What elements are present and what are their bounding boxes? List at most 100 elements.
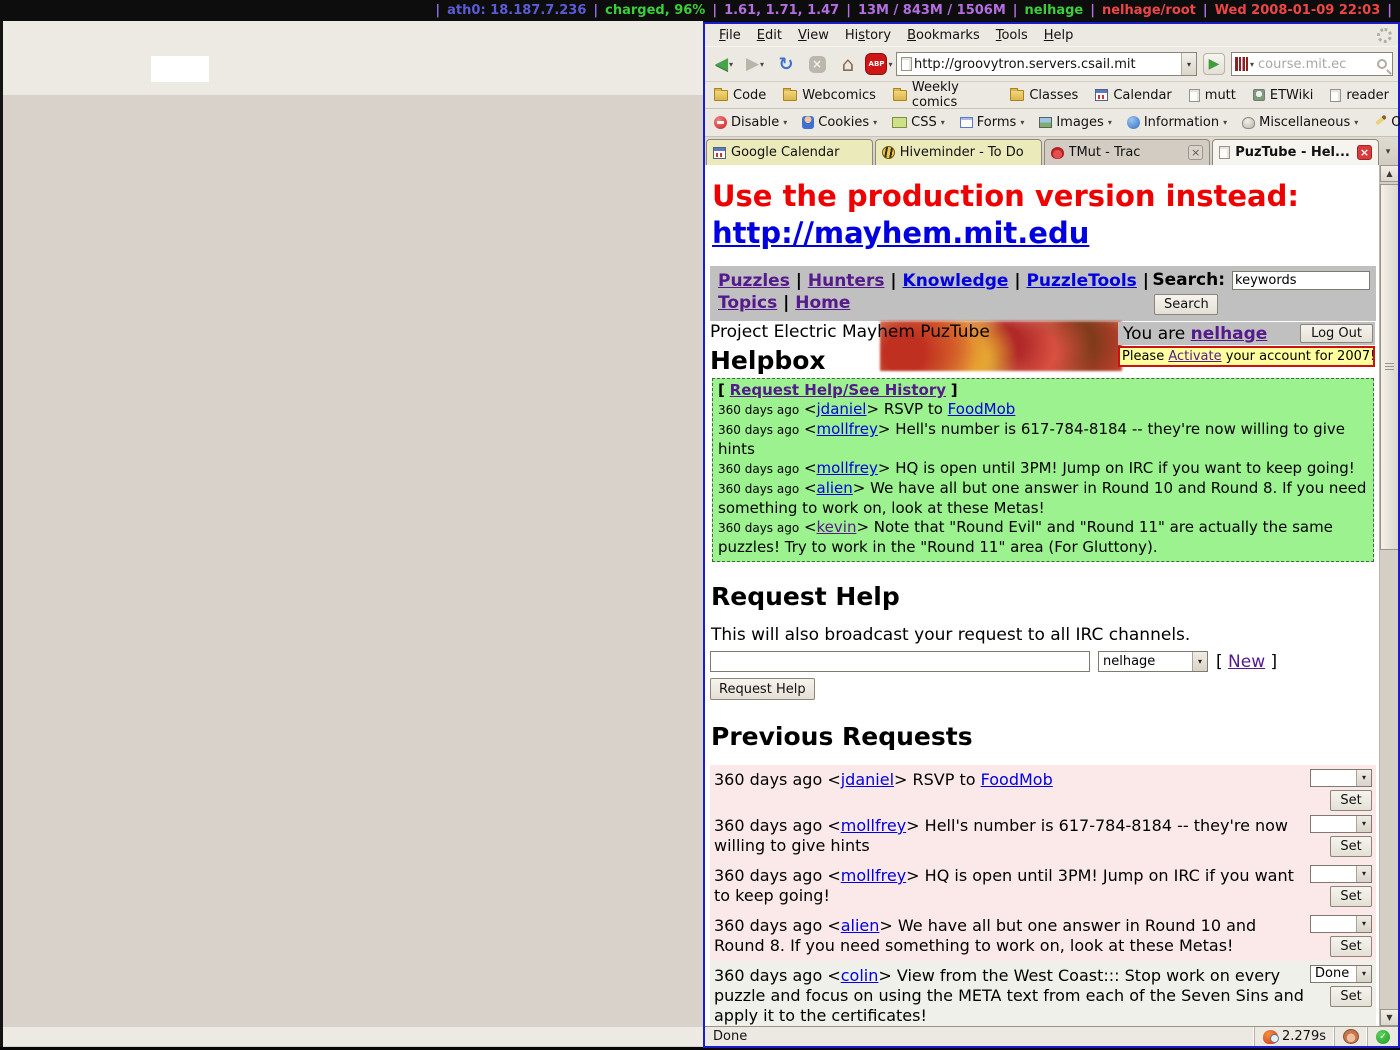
nav-link-home[interactable]: Home <box>795 293 850 313</box>
bookmark-code[interactable]: Code <box>714 88 766 103</box>
request-help-input[interactable] <box>710 651 1090 672</box>
logout-button[interactable]: Log Out <box>1300 324 1373 343</box>
status-select[interactable]: ▾ <box>1310 815 1372 833</box>
request-help-button[interactable]: Request Help <box>710 678 815 700</box>
nav-link-knowledge[interactable]: Knowledge <box>903 271 1009 291</box>
scroll-up-button[interactable]: ▲ <box>1380 165 1398 182</box>
select-arrow-icon[interactable]: ▾ <box>1192 652 1207 671</box>
status-select[interactable]: ▾ <box>1310 769 1372 787</box>
search-icon[interactable] <box>1377 59 1387 69</box>
user-link[interactable]: colin <box>841 966 879 985</box>
menu-file[interactable]: File <box>711 26 749 45</box>
user-link[interactable]: jdaniel <box>841 770 894 789</box>
site-search-button[interactable]: Search <box>1154 294 1218 315</box>
status-segment: | <box>1387 3 1392 18</box>
webdev-images[interactable]: Images▾ <box>1039 115 1112 130</box>
user-link[interactable]: jdaniel <box>817 400 867 418</box>
folder-icon <box>893 90 907 101</box>
tab-puztube-hel[interactable]: PuzTube - Hel...× <box>1212 139 1379 165</box>
username-link[interactable]: nelhage <box>1191 324 1268 344</box>
entry-link[interactable]: FoodMob <box>948 400 1016 418</box>
menu-tools[interactable]: Tools <box>988 26 1036 45</box>
set-button[interactable]: Set <box>1330 836 1372 857</box>
user-link[interactable]: mollfrey <box>817 459 878 477</box>
set-button[interactable]: Set <box>1330 936 1372 957</box>
user-link[interactable]: mollfrey <box>817 420 878 438</box>
tab-hiveminder-to-do[interactable]: Hiveminder - To Do <box>875 139 1042 165</box>
menu-bookmarks[interactable]: Bookmarks <box>899 26 988 45</box>
user-link[interactable]: alien <box>841 916 880 935</box>
set-button[interactable]: Set <box>1330 790 1372 811</box>
tab-list-dropdown[interactable]: ▾ <box>1379 139 1397 165</box>
menu-help[interactable]: Help <box>1036 26 1082 45</box>
url-bar[interactable]: ▾ <box>896 52 1197 76</box>
url-input[interactable] <box>912 57 1181 72</box>
adblock-dropdown-icon[interactable]: ▾ <box>888 60 892 69</box>
site-search-input[interactable] <box>1232 271 1370 290</box>
user-link[interactable]: kevin <box>817 518 857 536</box>
status-select[interactable]: Done▾ <box>1310 965 1372 983</box>
scrollbar-thumb[interactable] <box>1380 184 1398 550</box>
menu-view[interactable]: View <box>790 26 837 45</box>
url-history-dropdown[interactable]: ▾ <box>1181 53 1196 75</box>
search-bar[interactable]: ▾ <box>1231 52 1393 76</box>
entry-link[interactable]: FoodMob <box>981 770 1053 789</box>
set-button[interactable]: Set <box>1330 886 1372 907</box>
bookmark-reader[interactable]: reader <box>1330 88 1389 103</box>
go-button[interactable]: ▶ <box>1200 50 1228 78</box>
bookmark-mutt[interactable]: mutt <box>1189 88 1236 103</box>
bookmark-weekly-comics[interactable]: Weekly comics <box>893 80 993 110</box>
reload-button[interactable]: ↻ <box>772 50 800 78</box>
tab-tmut-trac[interactable]: TMut - Trac× <box>1044 139 1211 165</box>
forward-button[interactable]: ▶ ▾ <box>741 50 769 78</box>
webdev-cookies[interactable]: Cookies▾ <box>802 115 877 130</box>
user-link[interactable]: mollfrey <box>841 866 906 885</box>
status-ok-icon[interactable]: ✓ <box>1376 1030 1390 1044</box>
webdev-information[interactable]: Information▾ <box>1127 115 1227 130</box>
folder-icon <box>783 90 797 101</box>
stop-button[interactable]: × <box>803 50 831 78</box>
request-controls: ▾ Set <box>1310 815 1372 857</box>
new-link[interactable]: New <box>1228 652 1265 672</box>
status-select[interactable]: ▾ <box>1310 865 1372 883</box>
home-button[interactable]: ⌂ <box>834 50 862 78</box>
status-select[interactable]: ▾ <box>1310 915 1372 933</box>
webdev-label: Information <box>1144 115 1219 130</box>
webdev-forms[interactable]: Forms▾ <box>960 115 1025 130</box>
user-link[interactable]: mollfrey <box>841 816 906 835</box>
back-dropdown-icon[interactable]: ▾ <box>729 60 733 69</box>
request-text: 360 days ago <mollfrey> Hell's number is… <box>714 816 1310 856</box>
nav-link-hunters[interactable]: Hunters <box>808 271 885 291</box>
webdev-css[interactable]: CSS▾ <box>892 115 945 130</box>
web-search-input[interactable] <box>1256 56 1375 73</box>
owner-select[interactable]: nelhage ▾ <box>1098 651 1208 672</box>
nav-link-topics[interactable]: Topics <box>718 293 777 313</box>
bookmark-classes[interactable]: Classes <box>1010 88 1078 103</box>
nav-link-puzzletools[interactable]: PuzzleTools <box>1026 271 1136 291</box>
mayhem-link[interactable]: http://mayhem.mit.edu <box>712 216 1089 250</box>
bookmark-calendar[interactable]: Calendar <box>1095 88 1171 103</box>
request-row: 360 days ago <alien> We have all but one… <box>710 911 1376 961</box>
forward-dropdown-icon[interactable]: ▾ <box>760 60 764 69</box>
search-engine-dropdown-icon[interactable]: ▾ <box>1250 60 1254 69</box>
greasemonkey-icon[interactable] <box>1343 1029 1359 1044</box>
back-button[interactable]: ◀ ▾ <box>710 50 738 78</box>
tab-close-button[interactable]: × <box>1188 145 1203 160</box>
scrollbar[interactable]: ▲ ▼ <box>1379 165 1398 1026</box>
bookmark-webcomics[interactable]: Webcomics <box>783 88 876 103</box>
webdev-outline[interactable]: Outline <box>1373 115 1400 130</box>
activate-link[interactable]: Activate <box>1168 349 1221 364</box>
nav-link-puzzles[interactable]: Puzzles <box>718 271 790 291</box>
menu-edit[interactable]: Edit <box>749 26 790 45</box>
set-button[interactable]: Set <box>1330 986 1372 1007</box>
webdev-miscellaneous[interactable]: Miscellaneous▾ <box>1242 115 1358 130</box>
request-help-history-link[interactable]: Request Help/See History <box>730 381 946 399</box>
scroll-down-button[interactable]: ▼ <box>1380 1009 1398 1026</box>
tab-google-calendar[interactable]: Google Calendar <box>706 139 873 165</box>
adblock-button[interactable]: ABP ▾ <box>865 50 893 78</box>
menu-history[interactable]: History <box>837 26 899 45</box>
user-link[interactable]: alien <box>817 479 853 497</box>
webdev-disable[interactable]: Disable▾ <box>714 115 787 130</box>
bookmark-etwiki[interactable]: ETWiki <box>1253 88 1313 103</box>
tab-close-button[interactable]: × <box>1357 145 1372 160</box>
